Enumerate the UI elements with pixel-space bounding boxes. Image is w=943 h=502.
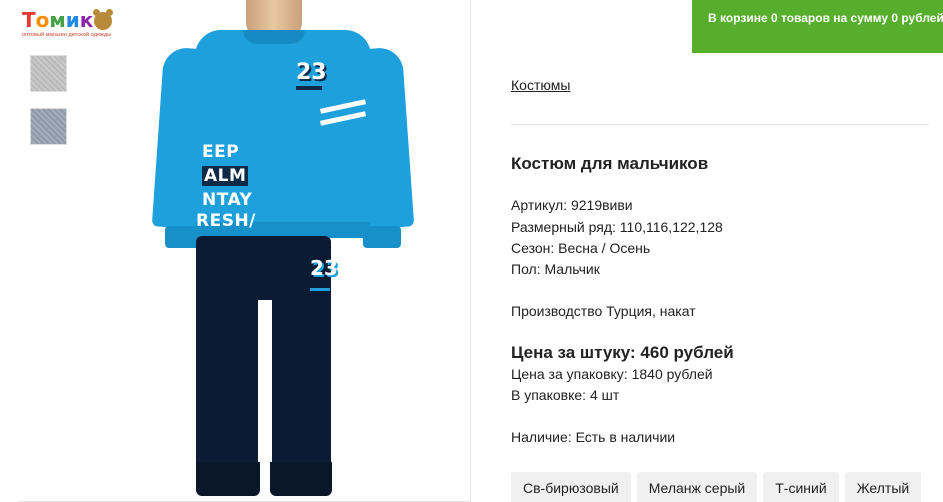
breadcrumb-link[interactable]: Костюмы xyxy=(511,77,570,93)
print-line: RESH/ xyxy=(196,211,256,231)
availability-status: Наличие: Есть в наличии xyxy=(511,429,676,445)
pants-print-number: 23 xyxy=(310,256,338,280)
sweatshirt-collar xyxy=(243,30,305,44)
product-article: Артикул: 9219виви xyxy=(511,197,633,213)
product-sizes: Размерный ряд: 110,116,122,128 xyxy=(511,219,723,235)
print-line: NTAY xyxy=(202,190,253,210)
product-season: Сезон: Весна / Осень xyxy=(511,240,651,256)
thumbnail-gray[interactable] xyxy=(30,55,67,92)
color-option-melange-gray[interactable]: Меланж серый xyxy=(636,472,758,502)
cart-count: 0 xyxy=(770,11,778,25)
cart-prefix: В корзине xyxy=(708,11,771,25)
thumbnail-blue-gray[interactable] xyxy=(30,108,67,145)
color-option-turquoise[interactable]: Св-бирюзовый xyxy=(511,472,631,502)
product-image[interactable]: 23 EEP ALM NTAY RESH/ 23 xyxy=(18,0,471,502)
price-per-pack: Цена за упаковку: 1840 рублей xyxy=(511,366,713,382)
pants-cuff-left xyxy=(196,462,260,496)
pants-print-bar xyxy=(310,288,330,291)
price-per-item: Цена за штуку: 460 рублей xyxy=(511,343,734,362)
pants-gap xyxy=(258,300,272,470)
color-option-dark-blue[interactable]: Т-синий xyxy=(763,472,839,502)
print-number: 23 xyxy=(296,60,327,85)
pants-cuff-right xyxy=(270,462,332,496)
product-title: Костюм для мальчиков xyxy=(511,154,709,173)
pack-quantity: В упаковке: 4 шт xyxy=(511,387,620,403)
product-production: Производство Турция, накат xyxy=(511,303,696,319)
print-line: ALM xyxy=(202,166,248,186)
divider xyxy=(511,124,929,125)
cart-suffix: рублей xyxy=(898,11,943,25)
color-option-yellow[interactable]: Желтый xyxy=(844,472,922,502)
cart-middle: товаров на сумму xyxy=(777,11,892,25)
cart-summary[interactable]: В корзине 0 товаров на сумму 0 рублей xyxy=(692,0,943,53)
color-options: Св-бирюзовый Меланж серый Т-синий Желтый xyxy=(511,472,922,502)
print-number-bar xyxy=(296,86,322,90)
product-gender: Пол: Мальчик xyxy=(511,261,600,277)
sweatshirt-cuff-right xyxy=(363,226,401,248)
print-line: EEP xyxy=(202,142,240,162)
